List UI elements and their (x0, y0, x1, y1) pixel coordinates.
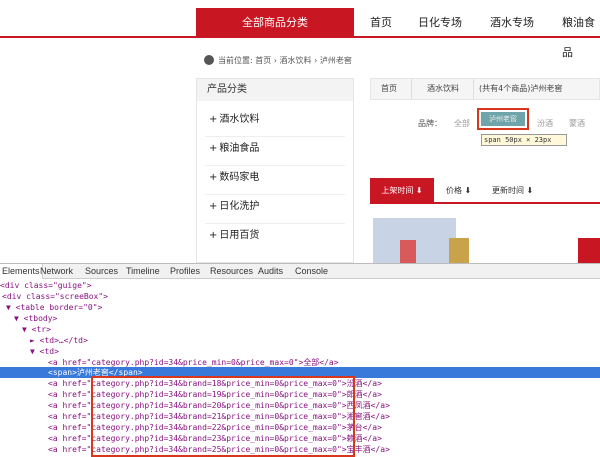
tab-profiles[interactable]: Profiles (170, 264, 200, 279)
nav-item-liquor[interactable]: 酒水专场 (490, 8, 534, 38)
breadcrumb-prefix: 当前位置: (218, 56, 253, 65)
sort-by-price-button[interactable]: 价格 ⬇ (446, 178, 471, 204)
filter-breadcrumb: 首页 酒水饮料 (共有4个商品)泸州老窖 (370, 78, 600, 100)
sidebar-item-digital[interactable]: + 数码家电 (209, 169, 259, 187)
tab-timeline[interactable]: Timeline (126, 264, 160, 279)
dom-node[interactable]: ▼ <td> (0, 346, 600, 357)
breadcrumb-home[interactable]: 首页 (255, 56, 271, 65)
sort-label: 更新时间 (492, 186, 524, 195)
sidebar-item-daily-chemical[interactable]: + 日化洗护 (209, 198, 259, 216)
breadcrumb-sep-icon: › (273, 56, 277, 65)
breadcrumb: 当前位置: 首页 › 酒水饮料 › 泸州老窖 (204, 54, 352, 68)
nav-item-grain-oil[interactable]: 粮油食品 (562, 8, 600, 59)
sidebar-item-label: 日化洗护 (219, 201, 260, 212)
element-size-tooltip: span 50px × 23px (481, 134, 567, 146)
filter-crumb-liquor[interactable]: 酒水饮料 (427, 79, 459, 99)
nav-item-home[interactable]: 首页 (370, 8, 392, 38)
divider (205, 223, 345, 224)
divider (205, 194, 345, 195)
divider (411, 79, 412, 99)
plus-icon: + (209, 172, 218, 183)
sort-label: 价格 (446, 186, 462, 195)
home-icon (204, 55, 214, 65)
dom-node[interactable]: ▼ <tbody> (0, 313, 600, 324)
product-image (449, 238, 469, 264)
plus-icon: + (209, 114, 218, 125)
dom-node[interactable]: ▼ <tr> (0, 324, 600, 335)
sidebar-item-household[interactable]: + 日用百货 (209, 227, 259, 245)
breadcrumb-current: 泸州老窖 (319, 56, 352, 65)
sidebar-item-label: 粮油食品 (219, 143, 260, 154)
brand-label: 品牌： (418, 119, 442, 128)
dom-node[interactable]: ▼ <table border="0"> (0, 302, 600, 313)
tab-elements[interactable]: Elements (0, 264, 43, 279)
devtools-tabbar: Elements Network Sources Timeline Profil… (0, 263, 600, 279)
tab-network[interactable]: Network (40, 264, 73, 279)
category-sidebar: 产品分类 + 酒水饮料 + 粮油食品 + 数码家电 + 日化洗护 + 日用百货 (196, 78, 354, 263)
nav-item-daily-chemical[interactable]: 日化专场 (418, 8, 462, 38)
brand-fenjiu[interactable]: 汾酒 (537, 118, 553, 130)
dom-node[interactable]: <div class="screeBox"> (0, 291, 600, 302)
sort-label: 上架时间 (381, 186, 414, 195)
divider (473, 79, 474, 99)
brand-all[interactable]: 全部 (454, 118, 470, 130)
arrow-down-icon: ⬇ (526, 186, 534, 195)
breadcrumb-liquor[interactable]: 酒水饮料 (280, 56, 312, 65)
filter-crumb-home[interactable]: 首页 (381, 79, 397, 99)
arrow-down-icon: ⬇ (415, 186, 423, 195)
brand-selected[interactable]: 泸州老窖 (481, 112, 525, 126)
plus-icon: + (209, 143, 218, 154)
highlight-box (91, 376, 355, 457)
plus-icon: + (209, 230, 218, 241)
divider (205, 136, 345, 137)
sidebar-item-label: 数码家电 (219, 172, 260, 183)
dom-node[interactable]: <div class="guige"> (0, 280, 600, 291)
sidebar-item-label: 日用百货 (219, 230, 260, 241)
filter-crumb-current: (共有4个商品)泸州老窖 (479, 84, 563, 93)
sidebar-item-grain-oil[interactable]: + 粮油食品 (209, 140, 259, 158)
sidebar-title: 产品分类 (197, 79, 353, 101)
tab-sources[interactable]: Sources (85, 264, 118, 279)
plus-icon: + (209, 201, 218, 212)
sort-by-update-button[interactable]: 更新时间 ⬇ (492, 178, 533, 204)
sidebar-item-label: 酒水饮料 (219, 114, 260, 125)
divider (205, 165, 345, 166)
breadcrumb-sep-icon: › (314, 56, 318, 65)
tab-audits[interactable]: Audits (258, 264, 283, 279)
sort-bar: 上架时间 ⬇ 价格 ⬇ 更新时间 ⬇ (370, 178, 600, 204)
tab-console[interactable]: Console (295, 264, 328, 279)
brand-mengjiu[interactable]: 蒙酒 (569, 118, 585, 130)
dom-node[interactable]: ► <td>…</td> (0, 335, 600, 346)
sidebar-item-liquor[interactable]: + 酒水饮料 (209, 111, 259, 129)
tab-resources[interactable]: Resources (210, 264, 253, 279)
arrow-down-icon: ⬇ (464, 186, 472, 195)
product-image[interactable] (578, 238, 600, 264)
all-categories-button[interactable]: 全部商品分类 (196, 8, 354, 38)
product-image (400, 240, 416, 264)
sort-by-date-button[interactable]: 上架时间 ⬇ (370, 178, 434, 204)
